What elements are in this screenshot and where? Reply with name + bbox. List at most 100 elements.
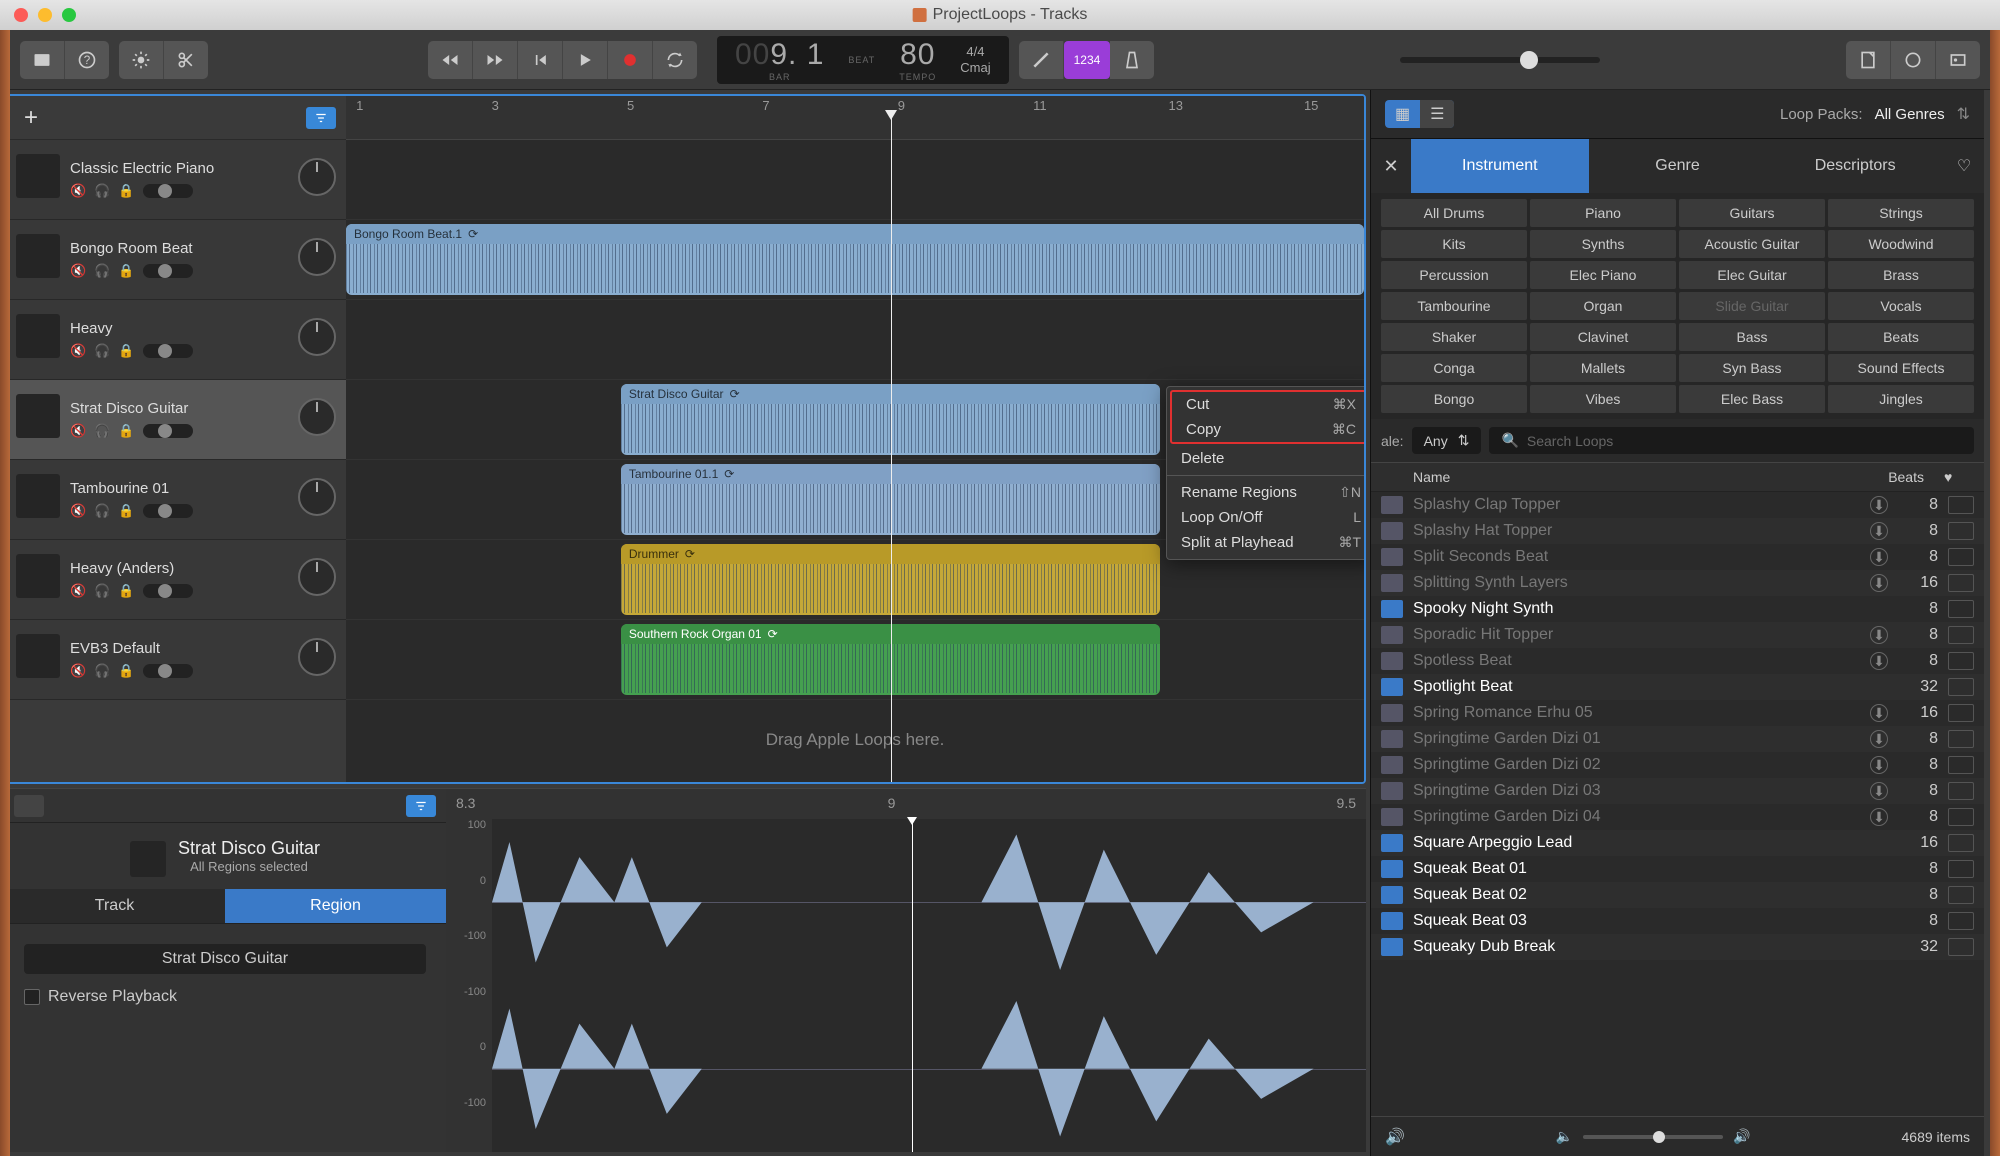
instrument-filter[interactable]: Bass — [1679, 323, 1825, 351]
instrument-filter[interactable]: Beats — [1828, 323, 1974, 351]
loop-list-item[interactable]: Springtime Garden Dizi 04 8 — [1371, 804, 1984, 830]
loop-list-item[interactable]: Springtime Garden Dizi 03 8 — [1371, 778, 1984, 804]
context-menu-item[interactable]: Cut⌘X — [1172, 392, 1364, 417]
pan-knob[interactable] — [298, 478, 336, 516]
pan-knob[interactable] — [298, 398, 336, 436]
record-button[interactable] — [608, 41, 653, 79]
loop-favorite-checkbox[interactable] — [1948, 782, 1974, 800]
loop-list-item[interactable]: Squeak Beat 01 8 — [1371, 856, 1984, 882]
fullscreen-window-button[interactable] — [62, 8, 76, 22]
instrument-filter[interactable]: Jingles — [1828, 385, 1974, 413]
track-volume-slider[interactable] — [143, 664, 193, 678]
download-icon[interactable] — [1870, 756, 1888, 774]
cycle-button[interactable] — [653, 41, 697, 79]
track-volume-slider[interactable] — [143, 184, 193, 198]
instrument-filter[interactable]: Vibes — [1530, 385, 1676, 413]
solo-button[interactable]: 🎧 — [94, 503, 110, 519]
loops-volume-slider[interactable] — [1583, 1135, 1723, 1139]
loops-header-beats[interactable]: Beats — [1874, 469, 1944, 485]
metronome-button[interactable] — [1110, 41, 1154, 79]
lock-button[interactable]: 🔒 — [118, 503, 134, 519]
solo-button[interactable]: 🎧 — [94, 663, 110, 679]
track-filter-button[interactable] — [306, 107, 336, 129]
loops-tab-instrument[interactable]: Instrument — [1411, 139, 1589, 193]
loop-list-item[interactable]: Splashy Clap Topper 8 — [1371, 492, 1984, 518]
loop-favorite-checkbox[interactable] — [1948, 522, 1974, 540]
track-lane[interactable]: Southern Rock Organ 01 ⟳ — [346, 620, 1364, 700]
loop-favorite-checkbox[interactable] — [1948, 548, 1974, 566]
play-button[interactable] — [563, 41, 608, 79]
loop-favorite-checkbox[interactable] — [1948, 834, 1974, 852]
master-volume-slider[interactable] — [1400, 57, 1600, 63]
loop-list-item[interactable]: Squeak Beat 02 8 — [1371, 882, 1984, 908]
loop-favorite-checkbox[interactable] — [1948, 704, 1974, 722]
download-icon[interactable] — [1870, 548, 1888, 566]
loop-list-item[interactable]: Split Seconds Beat 8 — [1371, 544, 1984, 570]
add-track-button[interactable]: + — [16, 103, 46, 133]
pan-knob[interactable] — [298, 638, 336, 676]
rewind-button[interactable] — [428, 41, 473, 79]
track-header[interactable]: Tambourine 01 🔇 🎧 🔒 — [6, 460, 346, 540]
download-icon[interactable] — [1870, 704, 1888, 722]
instrument-filter[interactable]: Conga — [1381, 354, 1527, 382]
context-menu-item[interactable]: Loop On/OffL — [1167, 505, 1364, 530]
editor-tab-region[interactable]: Region — [225, 889, 446, 923]
download-icon[interactable] — [1870, 496, 1888, 514]
loops-header-heart[interactable]: ♥ — [1944, 469, 1974, 485]
mute-button[interactable]: 🔇 — [70, 423, 86, 439]
tuner-button[interactable] — [1019, 41, 1064, 79]
instrument-filter[interactable]: Piano — [1530, 199, 1676, 227]
solo-button[interactable]: 🎧 — [94, 423, 110, 439]
loops-view-toggle[interactable]: ▦ ☰ — [1385, 100, 1454, 128]
loop-favorite-checkbox[interactable] — [1948, 652, 1974, 670]
media-browser-button[interactable] — [1936, 41, 1980, 79]
instrument-filter[interactable]: All Drums — [1381, 199, 1527, 227]
download-icon[interactable] — [1870, 574, 1888, 592]
loop-favorite-checkbox[interactable] — [1948, 626, 1974, 644]
track-header[interactable]: Bongo Room Beat 🔇 🎧 🔒 — [6, 220, 346, 300]
scale-select[interactable]: Any ⇅ — [1412, 427, 1482, 454]
instrument-filter[interactable]: Organ — [1530, 292, 1676, 320]
solo-button[interactable]: 🎧 — [94, 343, 110, 359]
forward-button[interactable] — [473, 41, 518, 79]
close-window-button[interactable] — [14, 8, 28, 22]
solo-button[interactable]: 🎧 — [94, 183, 110, 199]
loops-tab-genre[interactable]: Genre — [1589, 139, 1767, 193]
loop-favorite-checkbox[interactable] — [1948, 730, 1974, 748]
track-header[interactable]: Strat Disco Guitar 🔇 🎧 🔒 — [6, 380, 346, 460]
track-lane[interactable] — [346, 300, 1364, 380]
context-menu-item[interactable]: Split at Playhead⌘T — [1167, 530, 1364, 555]
context-menu-item[interactable]: Rename Regions⇧N — [1167, 480, 1364, 505]
mute-button[interactable]: 🔇 — [70, 343, 86, 359]
loop-list-item[interactable]: Springtime Garden Dizi 01 8 — [1371, 726, 1984, 752]
track-lane[interactable] — [346, 140, 1364, 220]
loop-list-item[interactable]: Spring Romance Erhu 05 16 — [1371, 700, 1984, 726]
instrument-filter[interactable]: Acoustic Guitar — [1679, 230, 1825, 258]
pan-knob[interactable] — [298, 558, 336, 596]
timeline[interactable]: 13579111315 Bongo Room Beat.1 ⟳Strat Dis… — [346, 96, 1364, 782]
loop-list-item[interactable]: Splashy Hat Topper 8 — [1371, 518, 1984, 544]
instrument-filter[interactable]: Elec Bass — [1679, 385, 1825, 413]
track-volume-slider[interactable] — [143, 264, 193, 278]
instrument-filter[interactable]: Woodwind — [1828, 230, 1974, 258]
loop-list-item[interactable]: Spooky Night Synth 8 — [1371, 596, 1984, 622]
instrument-filter[interactable]: Synths — [1530, 230, 1676, 258]
instrument-filter[interactable]: Tambourine — [1381, 292, 1527, 320]
instrument-filter[interactable]: Kits — [1381, 230, 1527, 258]
waveform-editor[interactable]: 8.3 9 9.5 1000-100-1000-100 — [446, 789, 1366, 1152]
solo-button[interactable]: 🎧 — [94, 263, 110, 279]
context-menu-item[interactable]: Delete — [1167, 446, 1364, 471]
loops-tab-descriptors[interactable]: Descriptors — [1766, 139, 1944, 193]
pan-knob[interactable] — [298, 158, 336, 196]
download-icon[interactable] — [1870, 522, 1888, 540]
lock-button[interactable]: 🔒 — [118, 663, 134, 679]
quickhelp-button[interactable]: ? — [65, 41, 109, 79]
instrument-filter[interactable]: Elec Piano — [1530, 261, 1676, 289]
lock-button[interactable]: 🔒 — [118, 583, 134, 599]
loop-packs-value[interactable]: All Genres — [1875, 106, 1945, 123]
mute-button[interactable]: 🔇 — [70, 503, 86, 519]
mute-button[interactable]: 🔇 — [70, 663, 86, 679]
loop-list-item[interactable]: Springtime Garden Dizi 02 8 — [1371, 752, 1984, 778]
track-header[interactable]: EVB3 Default 🔇 🎧 🔒 — [6, 620, 346, 700]
loop-favorite-checkbox[interactable] — [1948, 678, 1974, 696]
